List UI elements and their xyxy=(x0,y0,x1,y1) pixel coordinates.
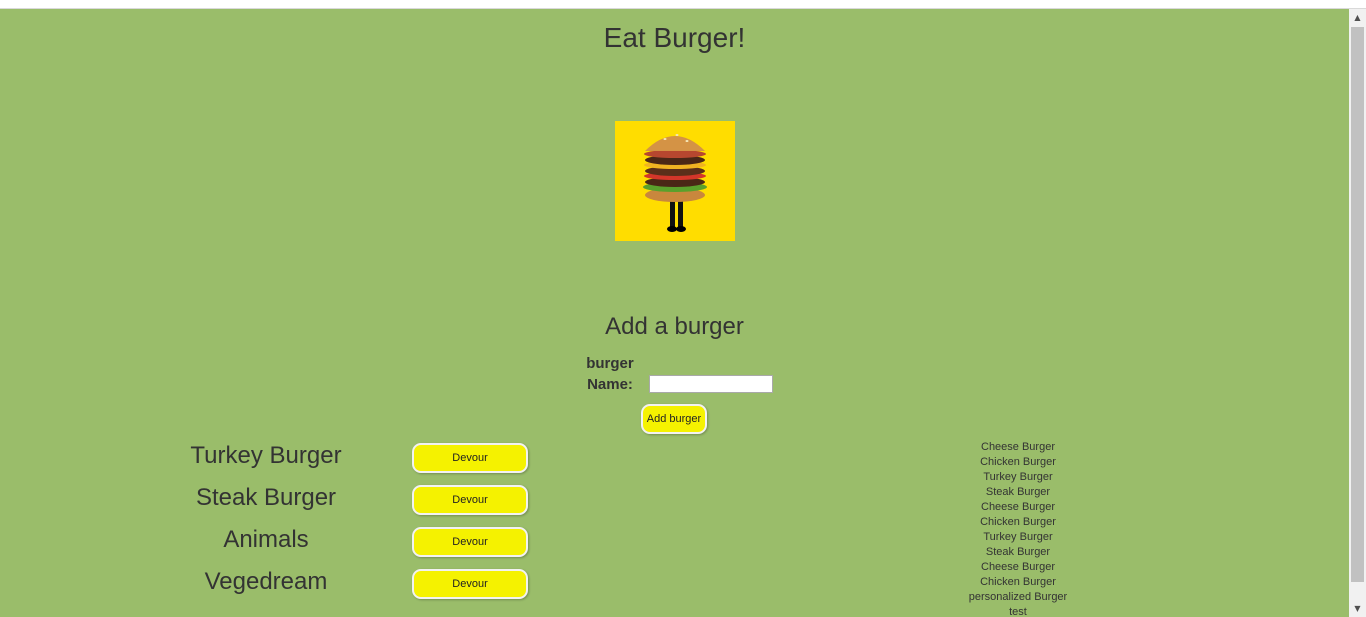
burger-list-item: Vegedream Devour xyxy=(0,567,600,609)
burger-name-input[interactable] xyxy=(649,375,773,393)
scroll-down-arrow-icon[interactable]: ▼ xyxy=(1349,600,1366,617)
add-burger-button[interactable]: Add burger xyxy=(641,404,707,434)
devoured-list-item: Chicken Burger xyxy=(980,576,1056,588)
devoured-list-item: Chicken Burger xyxy=(980,456,1056,468)
devoured-list-item: Cheese Burger xyxy=(981,561,1055,573)
burger-name: Steak Burger xyxy=(195,484,337,511)
devoured-list-item: Steak Burger xyxy=(985,546,1051,558)
page-title: Eat Burger! xyxy=(603,22,746,53)
page-content: Eat Burger! Add a burger burger Name: Ad… xyxy=(0,9,1349,617)
scroll-up-arrow-icon[interactable]: ▲ xyxy=(1349,9,1366,26)
devoured-list-item: Chicken Burger xyxy=(980,516,1056,528)
browser-top-edge xyxy=(0,0,1366,9)
devoured-list-item: Turkey Burger xyxy=(983,531,1053,543)
burger-name-label-line1: burger xyxy=(586,355,634,372)
vertical-scrollbar[interactable]: ▲ ▼ xyxy=(1349,9,1366,617)
devoured-list-item: Cheese Burger xyxy=(981,501,1055,513)
burger-list-item: Steak Burger Devour xyxy=(0,483,600,525)
devour-button[interactable]: Devour xyxy=(412,527,528,557)
devour-button[interactable]: Devour xyxy=(412,569,528,599)
devoured-list-item: Steak Burger xyxy=(985,486,1051,498)
devoured-list-item: Turkey Burger xyxy=(983,471,1053,483)
devoured-list-item: personalized Burger xyxy=(968,591,1068,603)
add-burger-heading: Add a burger xyxy=(605,313,744,340)
burger-name-label: burger Name: xyxy=(580,353,640,395)
hero-burger-image xyxy=(615,121,735,241)
burger-image-graphic xyxy=(643,134,707,232)
burger-name-label-line2: Name: xyxy=(587,376,633,393)
burger-list-item: Turkey Burger Devour xyxy=(0,441,600,483)
devoured-list-item: Cheese Burger xyxy=(981,441,1055,453)
devour-button[interactable]: Devour xyxy=(412,485,528,515)
burger-name: Turkey Burger xyxy=(190,442,342,469)
devoured-burger-list: Cheese Burger Chicken Burger Turkey Burg… xyxy=(918,440,1118,617)
burger-list-item: Animals Devour xyxy=(0,525,600,567)
devoured-list-item: test xyxy=(1009,606,1027,617)
burger-name: Vegedream xyxy=(204,568,328,595)
devour-button[interactable]: Devour xyxy=(412,443,528,473)
scrollbar-thumb[interactable] xyxy=(1351,27,1364,582)
burger-name: Animals xyxy=(223,526,309,553)
